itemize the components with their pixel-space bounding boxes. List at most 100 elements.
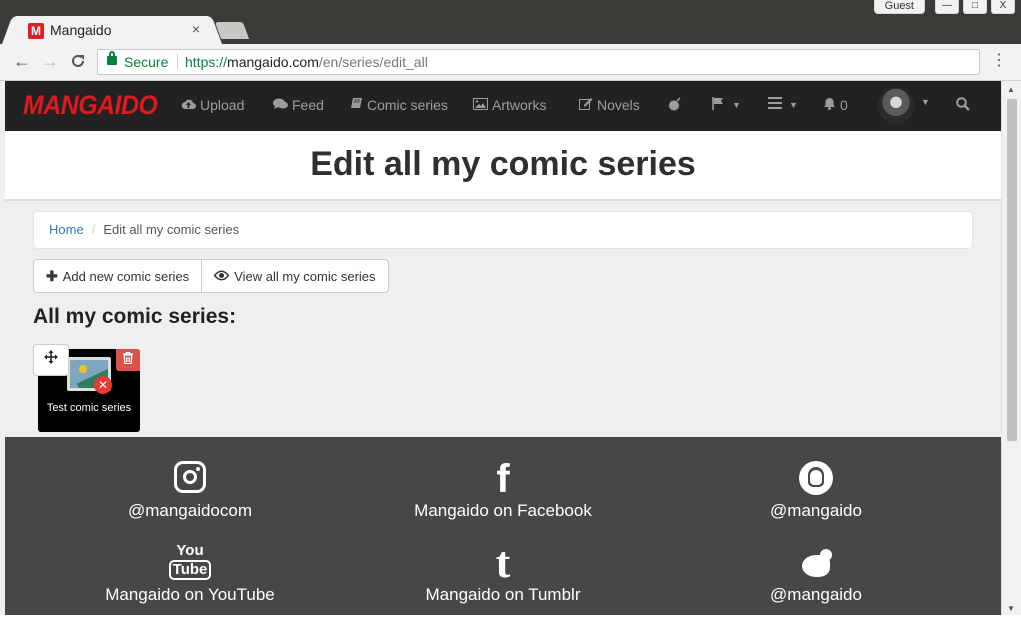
nav-extra-menu[interactable] [668, 97, 682, 114]
facebook-icon: f [496, 457, 510, 501]
site-navbar: MANGAIDO Upload Feed Comic series Artwor… [5, 81, 1001, 131]
plus-icon: ✚ [46, 267, 58, 284]
breadcrumb-current: Edit all my comic series [103, 222, 240, 237]
browser-toolbar: ← → Secure https://mangaido.com/en/serie… [0, 44, 1021, 81]
page-viewport: MANGAIDO Upload Feed Comic series Artwor… [0, 81, 1001, 615]
breadcrumb: Home / Edit all my comic series [33, 211, 973, 249]
nav-artworks[interactable]: Artworks [473, 97, 546, 113]
url-scheme: https:// [185, 54, 228, 70]
forward-arrow-icon[interactable]: → [41, 51, 59, 72]
tab-title: Mangaido [50, 22, 112, 38]
bomb-icon [668, 97, 682, 114]
series-card-title: Test comic series [46, 402, 132, 414]
url-path: /en/series/edit_all [318, 54, 428, 70]
url-text: https://mangaido.com/en/series/edit_all [185, 50, 428, 74]
youtube-icon: You Tube [30, 543, 350, 583]
maximize-button[interactable]: □ [963, 0, 987, 14]
nav-notifications[interactable]: 0 [823, 97, 848, 113]
nav-novels-label: Novels [597, 97, 640, 113]
twitter-link[interactable]: @mangaido [656, 543, 976, 605]
instagram-icon [30, 459, 350, 499]
twitter-icon [656, 543, 976, 583]
arrows-move-icon [44, 350, 58, 368]
edit-icon [579, 97, 593, 113]
tumblr-link[interactable]: t Mangaido on Tumblr [343, 541, 663, 605]
close-window-button[interactable]: X [991, 0, 1015, 14]
notifications-count: 0 [840, 97, 848, 113]
nav-search[interactable] [956, 97, 970, 114]
hamburger-menu-icon [768, 97, 782, 112]
user-menu-caret[interactable]: ▼ [918, 97, 930, 107]
section-heading: All my comic series: [33, 305, 237, 328]
browser-tab[interactable]: M Mangaido × [14, 16, 210, 45]
nav-comic-series-label: Comic series [367, 97, 448, 113]
delete-series-button[interactable] [116, 349, 140, 371]
view-all-comic-series-label: View all my comic series [234, 268, 376, 284]
youtube-link[interactable]: You Tube Mangaido on YouTube [30, 543, 350, 605]
mangaido-logo[interactable]: MANGAIDO [23, 90, 158, 121]
nav-feed[interactable]: Feed [273, 97, 324, 113]
breadcrumb-home-link[interactable]: Home [49, 222, 84, 237]
nav-hamburger-dropdown[interactable]: ▼ [768, 97, 798, 112]
add-new-comic-series-button[interactable]: ✚ Add new comic series [33, 259, 203, 293]
window-bottom-edge [0, 615, 1021, 627]
tumblr-label: Mangaido on Tumblr [425, 585, 581, 604]
user-avatar[interactable] [878, 88, 914, 124]
nav-upload[interactable]: Upload [181, 97, 244, 113]
scroll-thumb[interactable] [1007, 99, 1017, 441]
snapchat-link[interactable]: @mangaido [656, 459, 976, 521]
chevron-down-icon: ▼ [789, 99, 798, 110]
book-icon [350, 97, 363, 113]
secure-label: Secure [124, 54, 169, 70]
tab-close-icon[interactable]: × [192, 21, 200, 37]
address-separator [177, 54, 178, 70]
cloud-upload-icon [181, 98, 196, 113]
search-icon [956, 97, 970, 114]
facebook-link[interactable]: f Mangaido on Facebook [343, 459, 663, 521]
add-new-comic-series-label: Add new comic series [62, 268, 190, 284]
snapchat-icon [656, 459, 976, 499]
page-title: Edit all my comic series [310, 145, 696, 183]
chevron-down-icon: ▼ [921, 97, 930, 107]
nav-flag-dropdown[interactable]: ▼ [712, 97, 741, 113]
bell-icon [823, 97, 836, 113]
flag-icon [712, 97, 725, 113]
view-all-comic-series-button[interactable]: View all my comic series [202, 259, 389, 293]
breadcrumb-separator: / [91, 222, 96, 237]
missing-image-x-icon: ✕ [94, 376, 112, 394]
nav-novels[interactable]: Novels [579, 97, 640, 113]
instagram-link[interactable]: @mangaidocom [30, 459, 350, 521]
comments-icon [273, 98, 288, 113]
twitter-label: @mangaido [770, 585, 862, 604]
youtube-glyph-bottom: Tube [168, 560, 212, 580]
move-handle-button[interactable] [33, 344, 69, 376]
window-controls: Guest — □ X [873, 0, 1015, 14]
url-host: mangaido.com [227, 54, 319, 70]
facebook-label: Mangaido on Facebook [414, 501, 592, 520]
scroll-up-arrow-icon[interactable]: ▲ [1007, 85, 1015, 94]
snapchat-label: @mangaido [770, 501, 862, 520]
page-scrollbar[interactable]: ▲ ▼ [1001, 81, 1021, 615]
nav-feed-label: Feed [292, 97, 324, 113]
youtube-label: Mangaido on YouTube [105, 585, 275, 604]
browser-titlebar: Guest — □ X M Mangaido × [0, 0, 1021, 45]
address-bar[interactable]: Secure https://mangaido.com/en/series/ed… [97, 49, 980, 75]
new-tab-button[interactable] [214, 22, 250, 39]
lock-icon [107, 51, 117, 65]
series-actions: ✚ Add new comic series View all my comic… [33, 259, 389, 293]
instagram-label: @mangaidocom [127, 501, 253, 520]
minimize-button[interactable]: — [935, 0, 959, 14]
scroll-down-arrow-icon[interactable]: ▼ [1007, 604, 1015, 613]
trash-icon [123, 351, 133, 367]
youtube-glyph-top: You [176, 542, 204, 559]
site-footer: @mangaidocom f Mangaido on Facebook @man… [5, 437, 1001, 615]
nav-comic-series[interactable]: Comic series [350, 97, 448, 113]
picture-icon [473, 97, 488, 113]
page-header: Edit all my comic series [5, 131, 1001, 201]
mangaido-favicon-icon: M [28, 23, 44, 39]
browser-menu-icon[interactable]: ⋮ [991, 53, 1007, 69]
back-arrow-icon[interactable]: ← [13, 51, 31, 72]
guest-profile-button[interactable]: Guest [873, 0, 925, 14]
nav-upload-label: Upload [200, 97, 245, 113]
reload-icon[interactable] [70, 51, 86, 74]
